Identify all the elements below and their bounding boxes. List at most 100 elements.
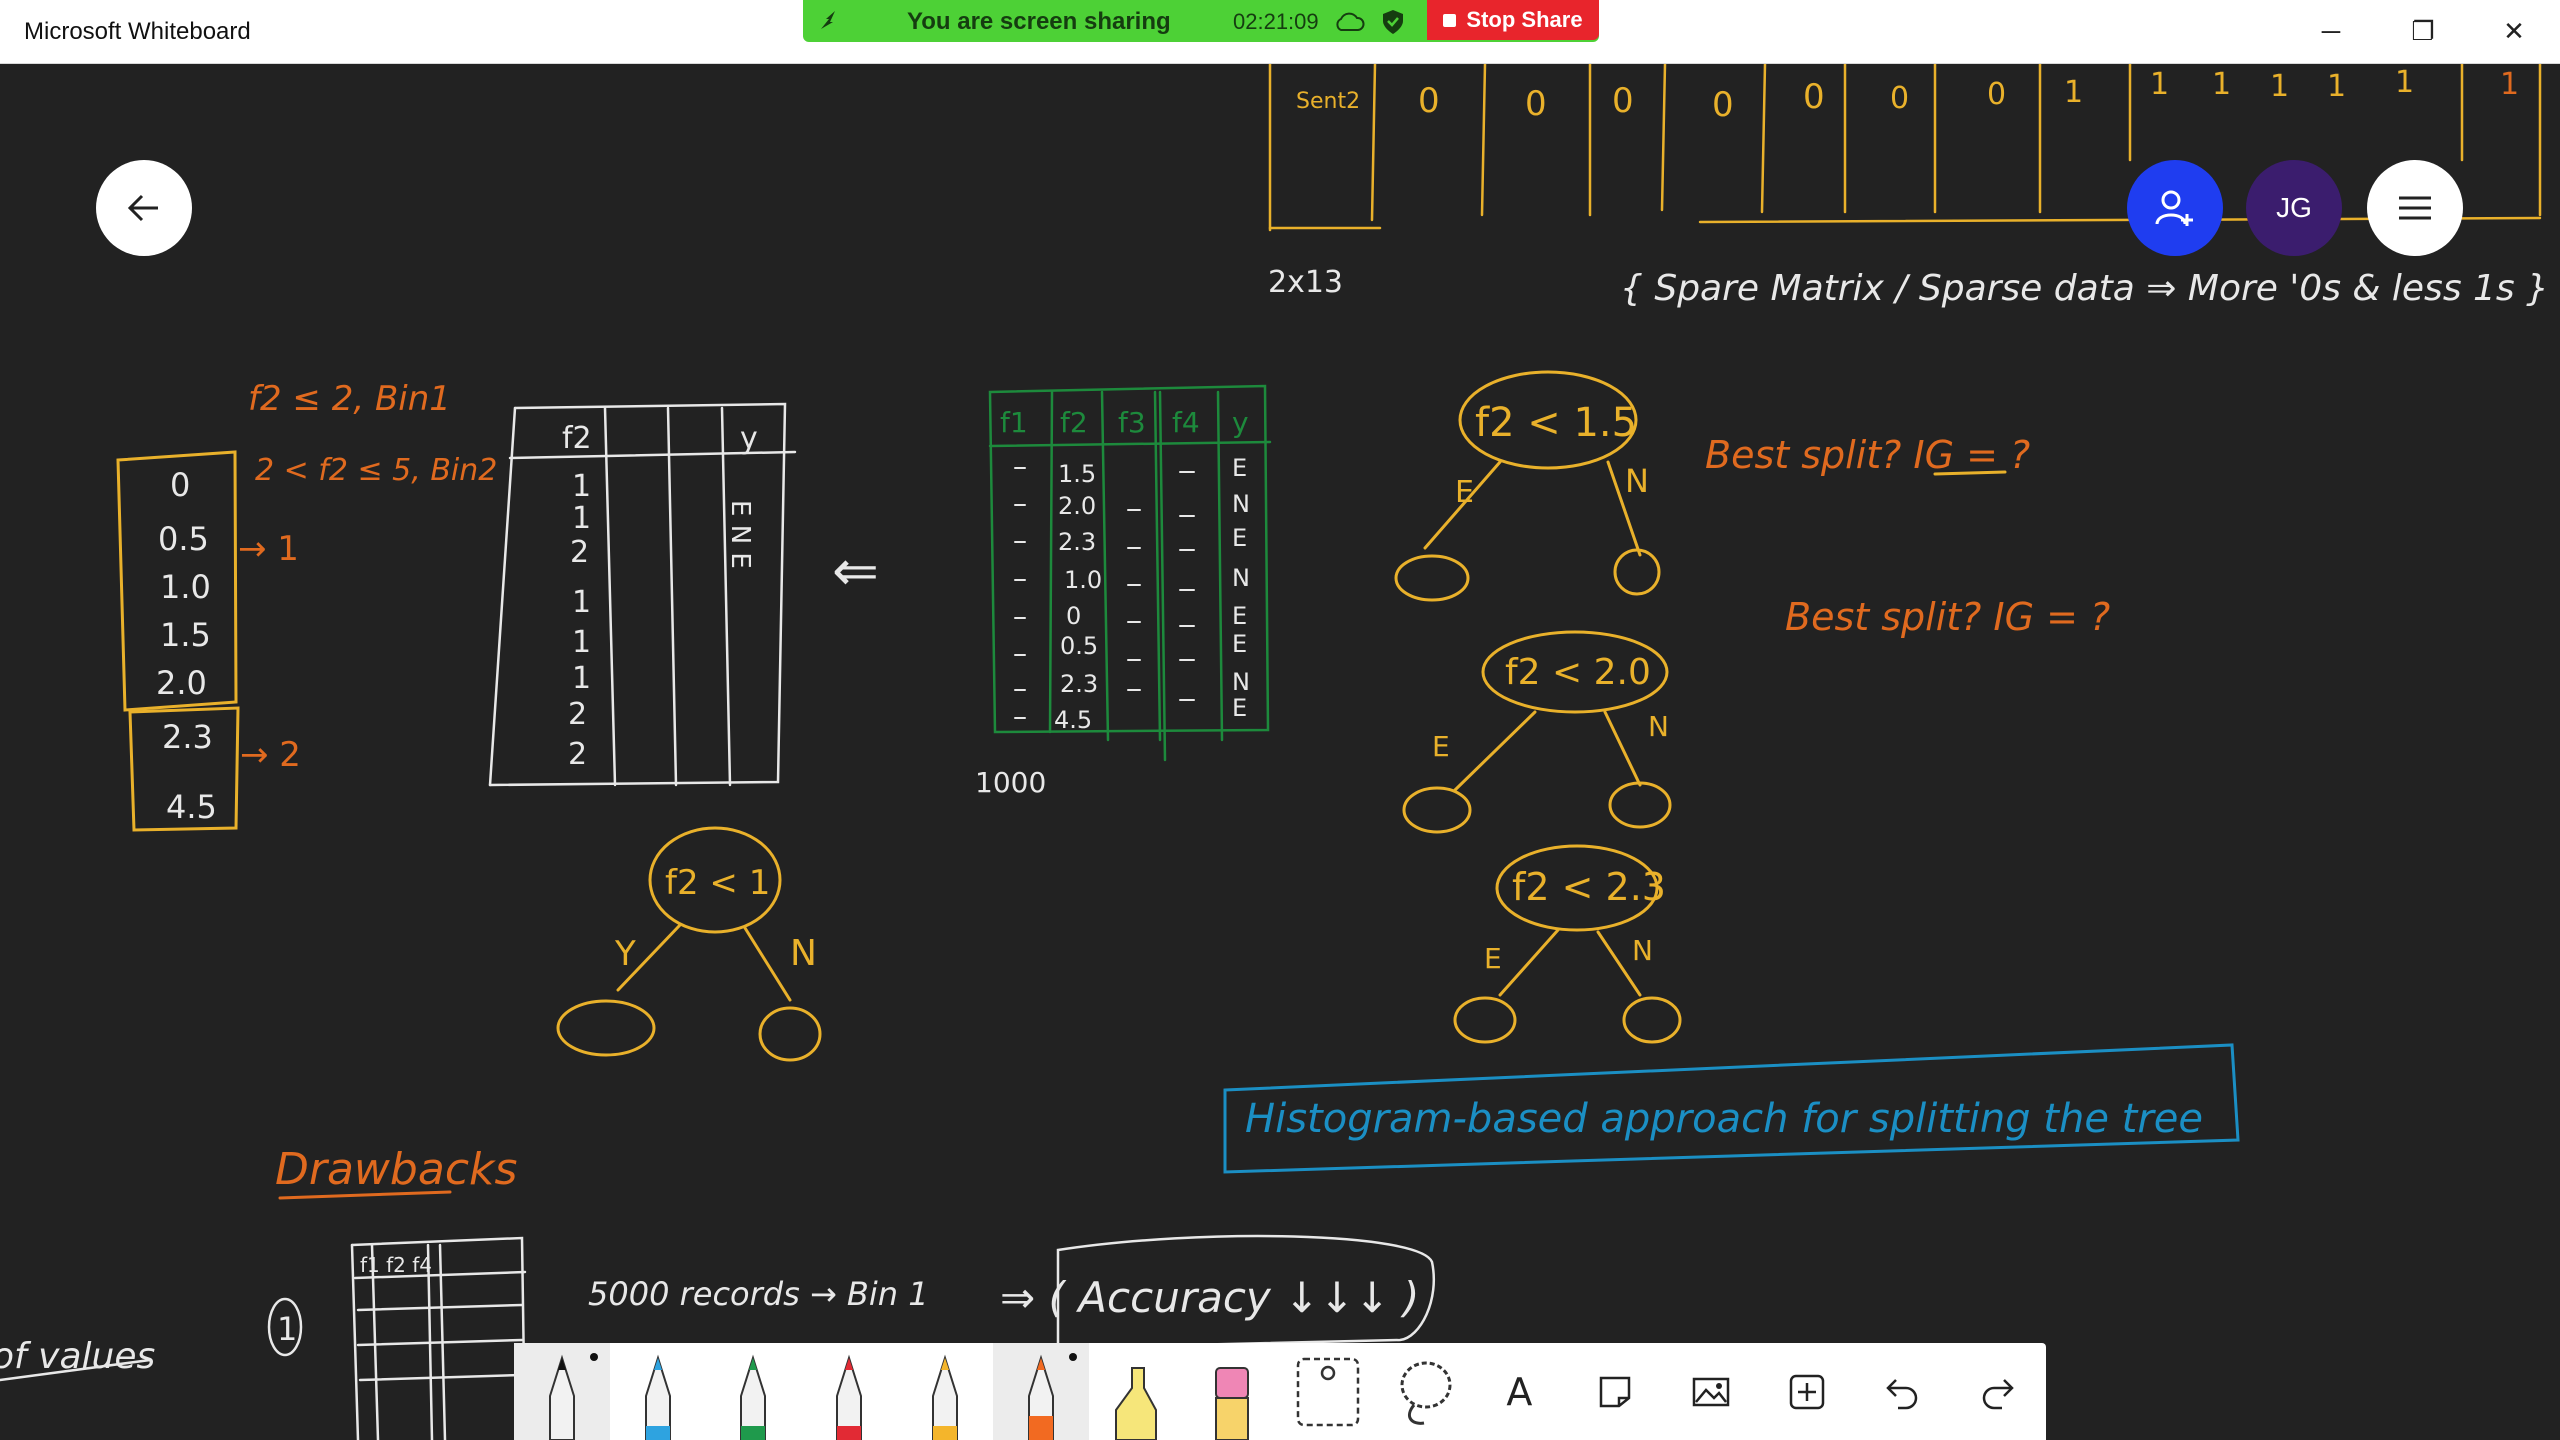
lasso-icon: [1400, 1361, 1452, 1425]
shield-check-icon: [1383, 10, 1403, 34]
binned-cell: 2: [568, 697, 587, 732]
green-cell: 1.5: [1058, 460, 1096, 488]
ig-underline: [1933, 470, 2007, 476]
binned-cell: 2: [570, 535, 589, 570]
selected-dot: [589, 1353, 598, 1361]
green-table-f2: 1.5 2.0 2.3 1.0 0 0.5 2.3 4.5: [1054, 460, 1102, 734]
app-title: Microsoft Whiteboard: [24, 18, 251, 45]
redo-button[interactable]: [1950, 1343, 2046, 1440]
green-cell: 2.3: [1060, 670, 1098, 698]
matrix-cell: 0: [1803, 77, 1825, 117]
green-cell: 0.5: [1060, 632, 1098, 660]
pen-yellow-tool[interactable]: [897, 1343, 993, 1440]
text-tool-icon: A: [1506, 1369, 1533, 1414]
green-header: f1: [1000, 406, 1028, 439]
invite-button[interactable]: [2127, 160, 2223, 256]
bin-arrow-1: → 1: [238, 529, 299, 569]
undo-button[interactable]: [1855, 1343, 1951, 1440]
bin-value: 0.5: [158, 520, 209, 558]
split-1-label: f2 < 1.5: [1475, 400, 1637, 446]
green-cell: E: [1232, 602, 1247, 630]
stop-share-label: Stop Share: [1466, 7, 1583, 32]
cloud-icon: [1336, 12, 1365, 31]
ruler-tool[interactable]: [1280, 1343, 1376, 1440]
green-cell: N: [1232, 490, 1250, 518]
restore-button[interactable]: ❐: [2377, 0, 2469, 63]
matrix-cell: 1: [2500, 67, 2519, 102]
green-table: [988, 384, 1272, 762]
binned-header-f: f2: [562, 421, 592, 456]
lasso-tool[interactable]: [1376, 1343, 1472, 1440]
matrix-cell: 1: [2064, 75, 2083, 110]
eraser-tool[interactable]: [1184, 1343, 1280, 1440]
split-e-label: E: [1455, 475, 1474, 510]
bin-rule-2: 2 < f2 ≤ 5, Bin2: [255, 453, 497, 488]
green-table-count: 1000: [975, 766, 1046, 799]
share-timer: 02:21:09: [1233, 9, 1319, 34]
eraser-icon: [1215, 1367, 1250, 1440]
insert-tool[interactable]: [1759, 1343, 1855, 1440]
user-avatar[interactable]: JG: [2246, 160, 2342, 256]
share-status-text: You are screen sharing: [907, 8, 1171, 35]
matrix-cell: 1: [2150, 67, 2169, 102]
bin-arrow-2: → 2: [240, 735, 301, 775]
stop-share-button[interactable]: Stop Share: [1427, 0, 1599, 40]
matrix-cell: 0: [1418, 81, 1440, 121]
image-tool[interactable]: [1663, 1343, 1759, 1440]
split-left-label: f2 < 1: [665, 863, 770, 903]
mini-table-headers: f1 f2 f4: [360, 1253, 432, 1277]
matrix-cell: 1: [2395, 65, 2414, 100]
matrix-size-note: 2x13: [1268, 265, 1343, 300]
green-cell: E: [1232, 630, 1247, 658]
split-e-label: E: [1432, 730, 1450, 763]
split-left-yes: Y: [614, 934, 636, 974]
green-cell: N: [1232, 668, 1250, 696]
redo-icon: [1982, 1378, 2014, 1409]
bin-value: 4.5: [166, 788, 217, 826]
sparse-matrix-note: { Spare Matrix / Sparse data ⇒ More '0s …: [1620, 268, 2549, 309]
pen-red-tool[interactable]: [801, 1343, 897, 1440]
selected-dot: [1068, 1353, 1077, 1361]
split-trees-text: f2 < 1.5 E N f2 < 2.0 E N f2 < 2.3 E N: [1432, 400, 1669, 975]
pen-green-tool[interactable]: [706, 1343, 802, 1440]
green-cell: E: [1232, 694, 1247, 722]
back-button[interactable]: [96, 160, 192, 256]
bin-value: 2.0: [156, 664, 207, 702]
highlighter-icon: [1115, 1367, 1158, 1440]
text-tool[interactable]: A: [1472, 1343, 1568, 1440]
highlighter-tool[interactable]: [1089, 1343, 1185, 1440]
arrow-left-icon: [127, 194, 158, 222]
pen-icon: [644, 1354, 671, 1440]
whiteboard-canvas[interactable]: Sent2 0 0 0 0 0 0 0 1 1 1 1 1 1 1 2x13 {…: [0, 64, 2560, 1440]
share-handle-icon[interactable]: [817, 9, 841, 33]
menu-button[interactable]: [2367, 160, 2463, 256]
bin-value: 0: [170, 466, 190, 504]
matrix-cell: 1: [2270, 69, 2289, 104]
green-cell: E: [1232, 454, 1247, 482]
ruler-icon: [1296, 1357, 1360, 1426]
pen-black-tool[interactable]: [514, 1343, 610, 1440]
bin-rule-1: f2 ≤ 2, Bin1: [248, 379, 451, 419]
green-table-y: E N E N E E N E: [1232, 454, 1250, 722]
best-split-1: Best split? IG = ?: [1705, 433, 2030, 477]
green-table-headers: f1 f2 f3 f4 y: [1000, 406, 1249, 439]
matrix-cell: 0: [1890, 81, 1909, 116]
green-cell: N: [1232, 564, 1250, 592]
split-2-label: f2 < 2.0: [1505, 652, 1651, 693]
matrix-cell: 0: [1525, 84, 1547, 124]
histogram-note: Histogram-based approach for splitting t…: [1245, 1096, 2203, 1142]
green-header: f4: [1172, 406, 1200, 439]
best-split-2: Best split? IG = ?: [1785, 595, 2110, 639]
records-note: 5000 records → Bin 1: [588, 1275, 929, 1313]
pen-orange-tool[interactable]: [992, 1343, 1089, 1440]
green-header: f3: [1118, 406, 1146, 439]
binned-cell: 1: [572, 501, 591, 536]
split-e-label: E: [1484, 942, 1502, 975]
sticky-note-tool[interactable]: [1567, 1343, 1663, 1440]
binned-y-values: E N E: [725, 500, 755, 569]
close-button[interactable]: ✕: [2468, 0, 2560, 63]
pen-blue-tool[interactable]: [610, 1343, 706, 1440]
binned-cell: 1: [572, 625, 591, 660]
minimize-button[interactable]: ─: [2285, 0, 2377, 63]
green-cell: E: [1232, 524, 1247, 552]
